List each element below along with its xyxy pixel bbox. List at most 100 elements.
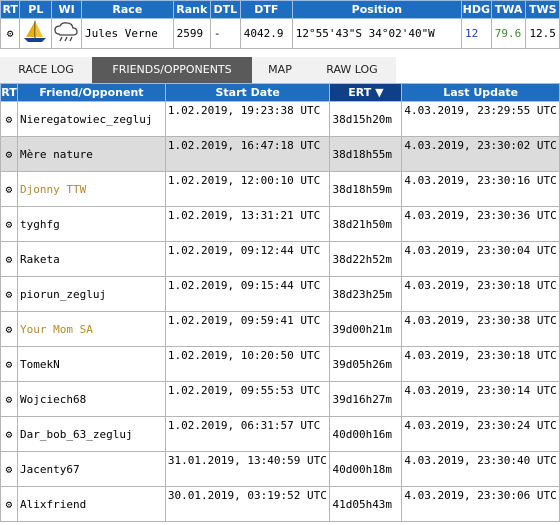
header-rt: RT [0,0,21,19]
start-date: 1.02.2019, 09:15:44 UTC [164,276,331,312]
last-update: 4.03.2019, 23:30:14 UTC [401,381,560,417]
ert-value: 38d21h50m [329,206,403,242]
friend-name: Alixfriend [16,486,166,522]
last-update: 4.03.2019, 23:30:02 UTC [401,136,560,172]
table-row[interactable]: ⚙ Raketa 1.02.2019, 09:12:44 UTC 38d22h5… [0,241,560,277]
start-date: 1.02.2019, 12:00:10 UTC [164,171,331,207]
header-race: Race [81,0,174,19]
start-date: 1.02.2019, 09:55:53 UTC [164,381,331,417]
ert-value: 39d05h26m [329,346,403,382]
table-row[interactable]: ⚙ Alixfriend 30.01.2019, 03:19:52 UTC 41… [0,486,560,522]
ert-value: 39d16h27m [329,381,403,417]
friend-name: Dar_bob_63_zegluj [16,416,166,452]
twa-value: 79.6 [490,18,527,49]
position-value: 12°55'43"S 34°02'40"W [291,18,462,49]
header-twa: TWA [490,0,527,19]
race-name: Jules Verne [81,18,174,49]
last-update: 4.03.2019, 23:30:18 UTC [401,276,560,312]
hdg-value: 12 [460,18,492,49]
last-update: 4.03.2019, 23:30:04 UTC [401,241,560,277]
gear-icon[interactable]: ⚙ [0,381,18,417]
friend-name: Raketa [16,241,166,277]
ert-value: 38d18h59m [329,171,403,207]
header-wi: WI [51,0,83,19]
table-row[interactable]: ⚙ tyghfg 1.02.2019, 13:31:21 UTC 38d21h5… [0,206,560,242]
ert-value: 38d15h20m [329,101,403,137]
table-row[interactable]: ⚙ piorun_zegluj 1.02.2019, 09:15:44 UTC … [0,276,560,312]
col-header-friend[interactable]: Friend/Opponent [16,83,166,102]
gear-icon[interactable]: ⚙ [0,241,18,277]
gear-icon[interactable]: ⚙ [0,346,18,382]
friend-name: Djonny TTW [16,171,166,207]
sailboat-icon [19,18,53,49]
friend-name: Mère nature [16,136,166,172]
header-position: Position [291,0,462,19]
start-date: 1.02.2019, 16:47:18 UTC [164,136,331,172]
gear-icon[interactable]: ⚙ [0,276,18,312]
race-summary-table: RT PL WI Race Rank DTL DTF Position HDG … [0,0,560,49]
start-date: 1.02.2019, 06:31:57 UTC [164,416,331,452]
tab-friends-opponents[interactable]: FRIENDS/OPPONENTS [92,57,252,83]
table-row[interactable]: ⚙ TomekN 1.02.2019, 10:20:50 UTC 39d05h2… [0,346,560,382]
tab-raw-log[interactable]: RAW LOG [308,57,396,83]
race-row: ⚙ Jules Verne 2599 - 4042.9 12°55'43"S 3… [0,18,560,49]
table-row[interactable]: ⚙ Dar_bob_63_zegluj 1.02.2019, 06:31:57 … [0,416,560,452]
tab-map[interactable]: MAP [252,57,308,83]
friend-name: Your Mom SA [16,311,166,347]
tab-bar: RACE LOG FRIENDS/OPPONENTS MAP RAW LOG [0,57,396,83]
gear-icon[interactable]: ⚙ [0,416,18,452]
gear-icon[interactable]: ⚙ [0,136,18,172]
last-update: 4.03.2019, 23:30:36 UTC [401,206,560,242]
table-row[interactable]: ⚙ Nieregatowiec_zegluj 1.02.2019, 19:23:… [0,101,560,137]
col-header-rt: RT [0,83,18,102]
start-date: 31.01.2019, 13:40:59 UTC [164,451,331,487]
friend-name: Jacenty67 [16,451,166,487]
gear-icon[interactable]: ⚙ [0,206,18,242]
start-date: 1.02.2019, 10:20:50 UTC [164,346,331,382]
tab-race-log[interactable]: RACE LOG [0,57,92,83]
header-dtf: DTF [239,0,293,19]
dtl-value: - [209,18,241,49]
tws-value: 12.5 [525,18,560,49]
ert-value: 38d23h25m [329,276,403,312]
header-dtl: DTL [209,0,241,19]
weather-cloud-icon [51,18,83,49]
last-update: 4.03.2019, 23:30:16 UTC [401,171,560,207]
ert-value: 40d00h18m [329,451,403,487]
table-row[interactable]: ⚙ Mère nature 1.02.2019, 16:47:18 UTC 38… [0,136,560,172]
start-date: 1.02.2019, 09:12:44 UTC [164,241,331,277]
last-update: 4.03.2019, 23:30:18 UTC [401,346,560,382]
col-header-last-update[interactable]: Last Update [401,83,560,102]
gear-icon[interactable]: ⚙ [0,486,18,522]
friend-name: Wojciech68 [16,381,166,417]
friend-name: piorun_zegluj [16,276,166,312]
header-pl: PL [19,0,53,19]
friends-table: RT Friend/Opponent Start Date ERT ▼ Last… [0,83,560,522]
friend-name: Nieregatowiec_zegluj [16,101,166,137]
rank-value: 2599 [172,18,211,49]
gear-icon[interactable]: ⚙ [0,311,18,347]
start-date: 1.02.2019, 19:23:38 UTC [164,101,331,137]
table-row[interactable]: ⚙ Your Mom SA 1.02.2019, 09:59:41 UTC 39… [0,311,560,347]
table-row[interactable]: ⚙ Jacenty67 31.01.2019, 13:40:59 UTC 40d… [0,451,560,487]
gear-icon[interactable]: ⚙ [0,451,18,487]
col-header-start-date[interactable]: Start Date [164,83,331,102]
ert-value: 39d00h21m [329,311,403,347]
last-update: 4.03.2019, 23:30:06 UTC [401,486,560,522]
last-update: 4.03.2019, 23:30:40 UTC [401,451,560,487]
ert-value: 40d00h16m [329,416,403,452]
header-tws: TWS [525,0,560,19]
friend-name: TomekN [16,346,166,382]
header-rank: Rank [172,0,211,19]
last-update: 4.03.2019, 23:29:55 UTC [401,101,560,137]
gear-icon[interactable]: ⚙ [0,101,18,137]
dtf-value: 4042.9 [239,18,293,49]
gear-icon[interactable]: ⚙ [0,18,21,49]
table-row[interactable]: ⚙ Djonny TTW 1.02.2019, 12:00:10 UTC 38d… [0,171,560,207]
gear-icon[interactable]: ⚙ [0,171,18,207]
start-date: 30.01.2019, 03:19:52 UTC [164,486,331,522]
header-hdg: HDG [460,0,492,19]
start-date: 1.02.2019, 13:31:21 UTC [164,206,331,242]
table-row[interactable]: ⚙ Wojciech68 1.02.2019, 09:55:53 UTC 39d… [0,381,560,417]
col-header-ert[interactable]: ERT ▼ [329,83,403,102]
